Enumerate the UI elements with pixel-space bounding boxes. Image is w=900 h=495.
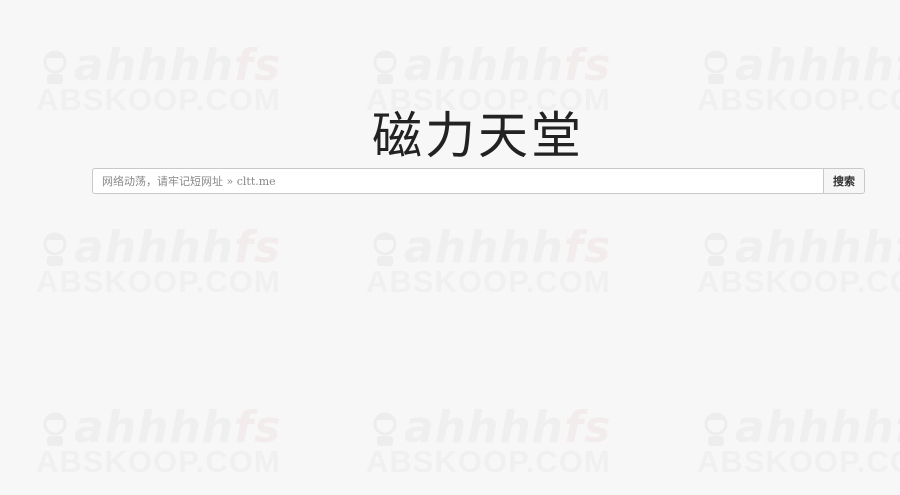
search-input[interactable] [93,169,823,193]
cartoon-face-icon [373,412,397,446]
watermark: ahhhhfs ABSKOOP.COM [366,222,612,299]
cartoon-face-icon [704,50,728,84]
watermark: ahhhhfs ABSKOOP.COM [36,222,282,299]
search-button[interactable]: 搜索 [823,169,864,193]
cartoon-face-icon [43,412,67,446]
search-form: 搜索 [92,168,865,194]
cartoon-face-icon [373,50,397,84]
cartoon-face-icon [704,412,728,446]
watermark: ahhhhfs ABSKOOP.COM [697,222,900,299]
watermark: ahhhhfs ABSKOOP.COM [697,402,900,479]
cartoon-face-icon [704,232,728,266]
cartoon-face-icon [373,232,397,266]
site-title: 磁力天堂 [372,107,584,165]
watermark: ahhhhfs ABSKOOP.COM [36,402,282,479]
watermark-layer: ahhhhfs ABSKOOP.COM ahhhhfs ABSKOOP.COM … [0,0,900,495]
cartoon-face-icon [43,232,67,266]
cartoon-face-icon [43,50,67,84]
watermark: ahhhhfs ABSKOOP.COM [366,402,612,479]
page: ahhhhfs ABSKOOP.COM ahhhhfs ABSKOOP.COM … [0,0,900,495]
